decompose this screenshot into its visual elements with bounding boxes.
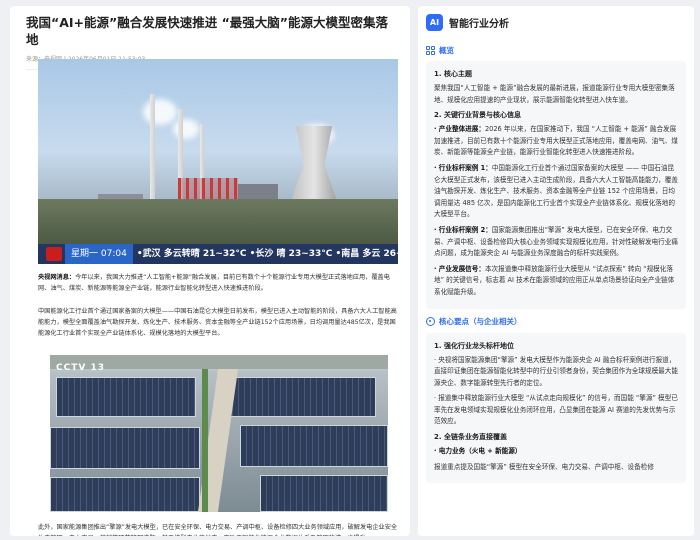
key-item: · 报道集中释放能源行业大模型 “从试点走向规模化” 的信号，而国能 “擎源” …: [434, 394, 678, 426]
section-overview-header[interactable]: 概览: [418, 43, 694, 57]
overview-heading-1: 1. 核心主题: [434, 70, 472, 78]
article-panel: 我国“AI+能源”融合发展快速推进 “最强大脑”能源大模型密集落地 来源：央视网…: [10, 6, 410, 536]
ticker-time: 星期一 07:04: [65, 244, 133, 264]
channel-logo-icon: [46, 247, 62, 261]
overview-item: · 产业整体进展：2026 年以来，在国家推动下，我国 “人工智能 + 能源” …: [434, 125, 678, 157]
key-heading-2: 2. 全链条业务直接覆盖: [434, 433, 507, 442]
panel-title: 智能行业分析: [449, 19, 509, 30]
ticker-weather: •武汉 多云转晴 21~32°C •长沙 晴 23~33°C •南昌 多云 26…: [136, 249, 398, 259]
key-subitem-text: 报道重点提及国能“擎源” 模型在安全环保、电力交易、产调中枢、设备检修: [434, 462, 654, 471]
ai-logo-icon: AI: [426, 14, 443, 31]
key-heading-1: 1. 强化行业龙头标杆地位: [434, 341, 514, 350]
overview-item: · 产业发展信号：本次报道集中释放能源行业大模型从 “试点探索” 转向 “规模化…: [434, 264, 675, 296]
cctv-badge: CCTV 13: [56, 363, 105, 373]
article-paragraph-2: 中国能源化工行业首个通过国家备案的大模型——中国石油昆仑大模型日前发布，模型已进…: [38, 308, 397, 337]
article-image-solar-factory: CCTV 13: [50, 355, 388, 512]
article-paragraph-3: 此外，国家能源集团推出“擎源”发电大模型，已在安全环保、电力交易、产调中枢、设备…: [38, 524, 398, 536]
analysis-panel: AI 智能行业分析 概览 1. 核心主题 聚焦我国“人工智能 + 能源”融合发展…: [418, 6, 694, 536]
overview-paragraph: 聚焦我国“人工智能 + 能源”融合发展的最新进展，报道能源行业专用大模型密集落地…: [434, 84, 675, 104]
key-subitem: · 电力业务（火电 + 新能源）: [434, 447, 522, 456]
key-item: · 央视将国家能源集团“擎源” 发电大模型作为能源央企 AI 融合标杆案例进行报…: [434, 355, 678, 387]
article-paragraph-1: 央视网消息：今年以来，我国大力推进“人工智能+能源”融合发展，目前已有数个十个能…: [38, 274, 390, 292]
target-icon: [426, 317, 435, 326]
article-image-power-plant: 星期一 07:04 •武汉 多云转晴 21~32°C •长沙 晴 23~33°C …: [38, 59, 398, 264]
overview-item: · 行业标杆案例 2：国家能源集团推出“擎源” 发电大模型，已在安全环保、电力交…: [434, 225, 678, 258]
section-overview-title: 概览: [439, 45, 454, 55]
overview-heading-2: 2. 关键行业背景与核心信息: [434, 111, 521, 120]
tv-ticker: 星期一 07:04 •武汉 多云转晴 21~32°C •长沙 晴 23~33°C …: [38, 244, 398, 264]
key-points-card: 1. 强化行业龙头标杆地位 · 央视将国家能源集团“擎源” 发电大模型作为能源央…: [426, 332, 686, 484]
grid-icon: [426, 45, 435, 55]
section-key-title: 核心要点（与企业相关）: [439, 317, 522, 326]
article-title: 我国“AI+能源”融合发展快速推进 “最强大脑”能源大模型密集落地: [26, 15, 389, 47]
overview-card: 1. 核心主题 聚焦我国“人工智能 + 能源”融合发展的最新进展，报道能源行业专…: [426, 61, 686, 309]
panel-header: AI 智能行业分析: [418, 6, 694, 39]
section-key-header[interactable]: 核心要点（与企业相关）: [418, 315, 694, 329]
overview-item: · 行业标杆案例 1：中国能源化工行业首个通过国家备案的大模型 —— 中国石油昆…: [434, 163, 678, 219]
